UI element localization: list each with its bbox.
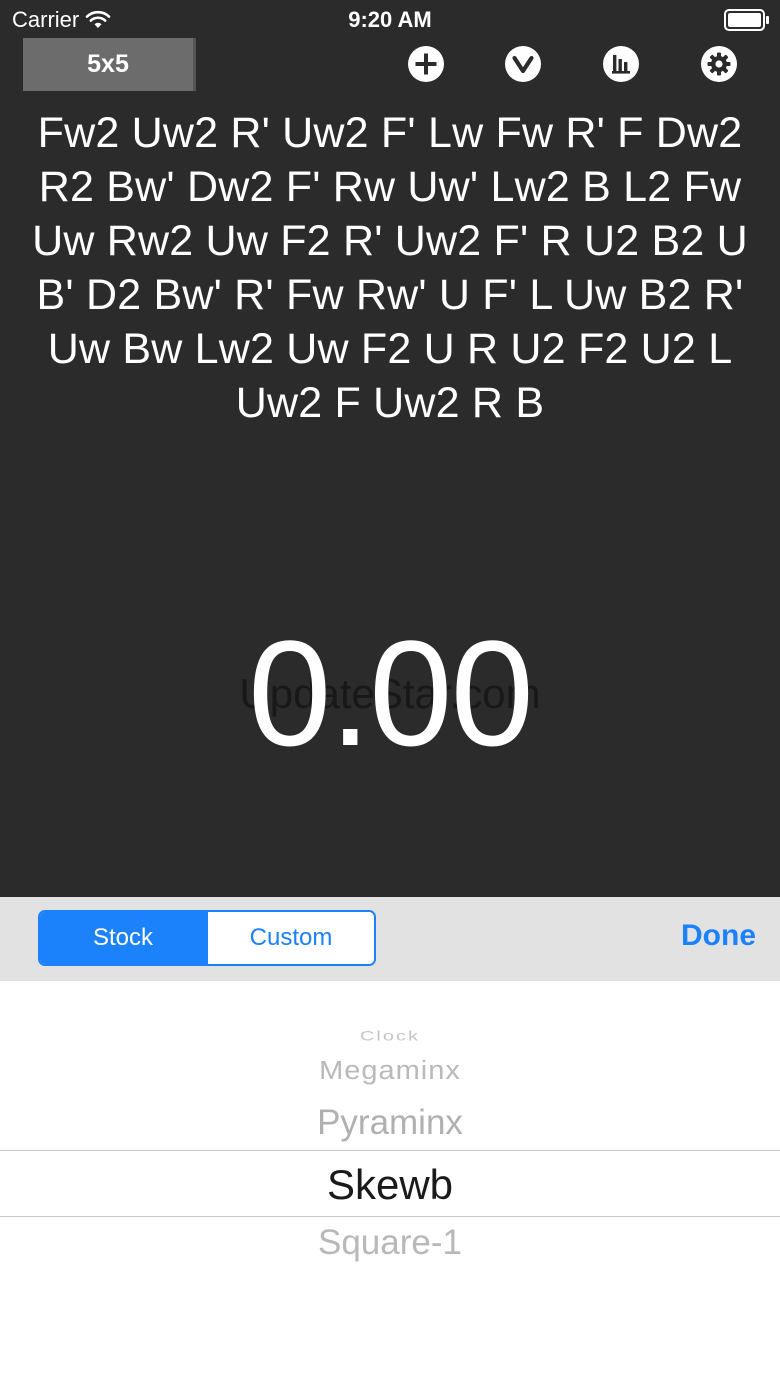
- timer-display[interactable]: 0.00: [0, 618, 780, 768]
- picker-selection-bottom-line: [0, 1216, 780, 1217]
- status-bar: Carrier 9:20 AM: [0, 0, 780, 40]
- stats-chart-icon[interactable]: [603, 46, 639, 82]
- picker-item[interactable]: Clock: [0, 1028, 780, 1044]
- picker-item[interactable]: Megaminx: [0, 1057, 780, 1086]
- puzzle-select-button[interactable]: 5x5: [23, 38, 196, 91]
- puzzle-picker[interactable]: Clock Megaminx Pyraminx Skewb Square-1: [0, 981, 780, 1387]
- status-time: 9:20 AM: [348, 7, 432, 32]
- picker-item[interactable]: Pyraminx: [0, 1103, 780, 1143]
- scramble-text: Fw2 Uw2 R' Uw2 F' Lw Fw R' F Dw2 R2 Bw' …: [32, 109, 748, 427]
- done-button[interactable]: Done: [681, 919, 756, 953]
- segment-stock[interactable]: Stock: [40, 912, 206, 964]
- chevron-down-circle-icon[interactable]: [505, 46, 541, 82]
- battery-icon: [724, 9, 769, 31]
- picker-selection-top-line: [0, 1150, 780, 1151]
- segment-custom[interactable]: Custom: [206, 912, 374, 964]
- picker-item[interactable]: Square-1: [0, 1223, 780, 1263]
- puzzle-source-segmented-control: Stock Custom: [38, 910, 376, 966]
- plus-circle-icon[interactable]: [408, 46, 444, 82]
- picker-toolbar: Stock Custom Done: [0, 897, 780, 981]
- gear-icon[interactable]: [701, 46, 737, 82]
- timer-screen: Carrier 9:20 AM 5x5 Fw2 Uw2 R' Uw2 F' Lw…: [0, 0, 780, 1387]
- picker-item-selected[interactable]: Skewb: [0, 1161, 780, 1209]
